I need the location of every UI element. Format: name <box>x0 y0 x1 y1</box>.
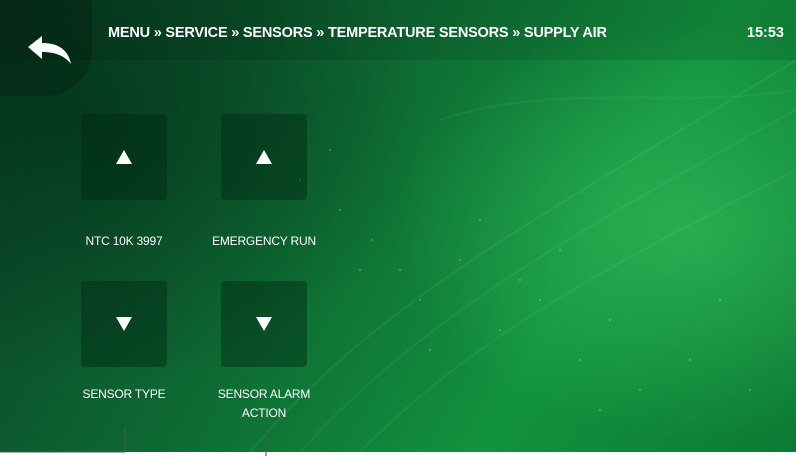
alarm-action-label: SENSOR ALARM ACTION <box>184 385 344 423</box>
alarm-action-label-line1: SENSOR ALARM <box>217 387 311 401</box>
alarm-action-up-button[interactable] <box>221 114 307 200</box>
alarm-action-value: EMERGENCY RUN <box>212 234 316 248</box>
clock-time: 15:53 <box>746 25 784 41</box>
sensor-type-value: NTC 10K 3997 <box>85 234 163 248</box>
sensor-type-up-button[interactable] <box>81 114 167 200</box>
screen: MENU » SERVICE » SENSORS » TEMPERATURE S… <box>0 0 796 452</box>
alarm-action-label-line2: ACTION <box>241 406 287 420</box>
back-arrow-icon <box>28 36 71 64</box>
sensor-type-down-button[interactable] <box>81 281 167 367</box>
alarm-action-down-button[interactable] <box>221 281 307 367</box>
triangle-up-icon <box>256 150 272 164</box>
triangle-up-icon <box>116 150 132 164</box>
triangle-down-icon <box>256 317 272 331</box>
sensor-type-label: SENSOR TYPE <box>82 387 166 401</box>
breadcrumb: MENU » SERVICE » SENSORS » TEMPERATURE S… <box>108 25 607 41</box>
back-button[interactable] <box>0 0 92 96</box>
triangle-down-icon <box>116 317 132 331</box>
